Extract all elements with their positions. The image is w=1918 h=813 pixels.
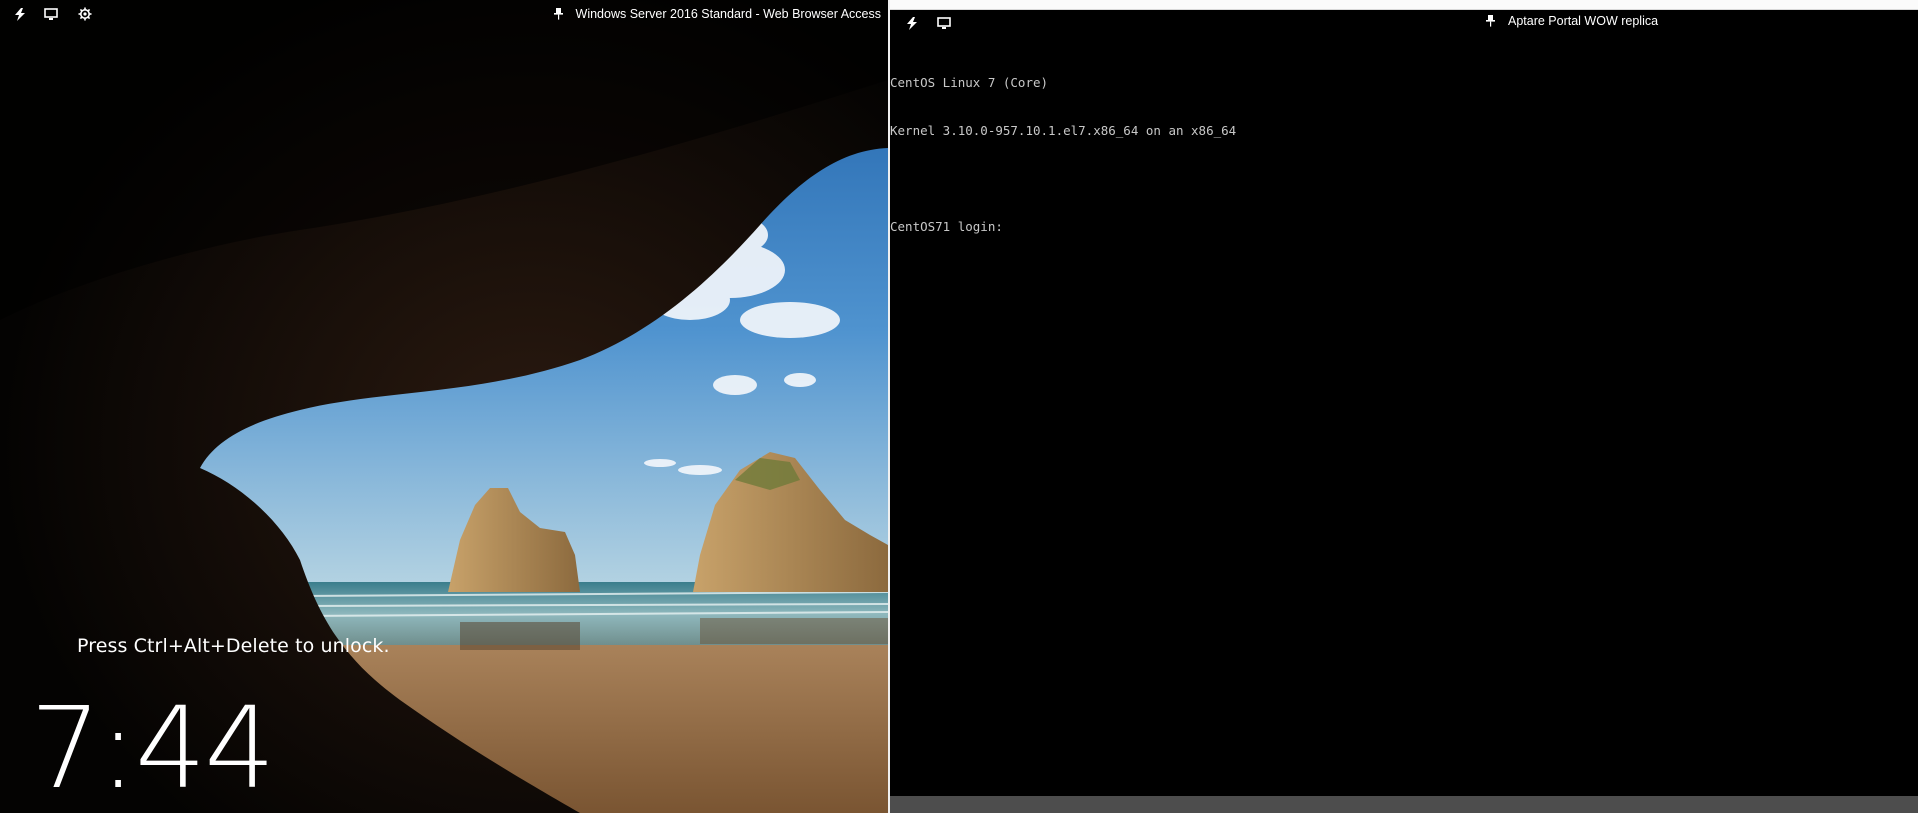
windows-session-pane[interactable]: Windows Server 2016 Standard - Web Brows… (0, 0, 888, 813)
console-line-os: CentOS Linux 7 (Core) (890, 75, 1049, 90)
right-session-title-bar: Aptare Portal WOW replica (1486, 13, 1658, 29)
monitor-icon[interactable] (42, 5, 60, 23)
console-login-prompt[interactable]: CentOS71 login: (890, 219, 1236, 235)
browser-top-strip (890, 0, 1918, 10)
console-line-blank (890, 171, 1236, 187)
lock-screen-clock: 7:44 (30, 684, 276, 813)
left-session-toolbar: Windows Server 2016 Standard - Web Brows… (0, 0, 888, 28)
console-output[interactable]: CentOS Linux 7 (Core) Kernel 3.10.0-957.… (890, 43, 1236, 267)
remote-desktop-screen: Windows Server 2016 Standard - Web Brows… (0, 0, 1918, 813)
pin-icon[interactable] (553, 7, 564, 21)
unlock-message: Press Ctrl+Alt+Delete to unlock. (77, 635, 390, 657)
console-status-bar (890, 796, 1918, 813)
left-session-title: Windows Server 2016 Standard - Web Brows… (575, 7, 881, 21)
monitor-icon[interactable] (935, 14, 953, 32)
console-line-kernel: Kernel 3.10.0-957.10.1.el7.x86_64 on an … (890, 123, 1237, 138)
centos-console-pane[interactable]: Aptare Portal WOW replica CentOS Linux 7… (890, 10, 1918, 813)
lightning-icon[interactable] (11, 5, 29, 23)
right-session-toolbar: Aptare Portal WOW replica (890, 10, 1918, 36)
lightning-icon[interactable] (903, 14, 921, 32)
right-session-title: Aptare Portal WOW replica (1508, 14, 1659, 28)
pin-icon[interactable] (1486, 14, 1496, 28)
left-session-title-bar: Windows Server 2016 Standard - Web Brows… (553, 6, 881, 22)
gear-icon[interactable] (76, 5, 94, 23)
